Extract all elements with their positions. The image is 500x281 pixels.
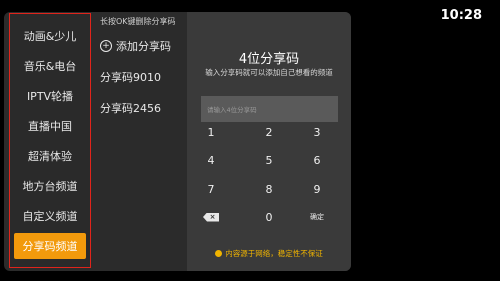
key-4[interactable]: 4 <box>191 148 231 172</box>
sidebar-item-music-radio[interactable]: 音乐&电台 <box>14 53 86 79</box>
key-7[interactable]: 7 <box>191 177 231 201</box>
plus-circle-icon: + <box>100 40 112 52</box>
sidebar-item-uhd[interactable]: 超清体验 <box>14 143 86 169</box>
sidebar-item-local[interactable]: 地方台频道 <box>14 173 86 199</box>
code-entry-title: 4位分享码 <box>238 52 300 67</box>
sidebar-item-custom[interactable]: 自定义频道 <box>14 203 86 229</box>
backspace-button[interactable]: × <box>191 205 231 229</box>
key-3[interactable]: 3 <box>297 120 337 144</box>
key-8[interactable]: 8 <box>249 177 289 201</box>
sidebar-item-animation-kids[interactable]: 动画&少儿 <box>14 23 86 49</box>
sidebar-item-iptv[interactable]: IPTV轮播 <box>14 83 86 109</box>
add-share-code-button[interactable]: + 添加分享码 <box>100 38 171 54</box>
key-6[interactable]: 6 <box>297 148 337 172</box>
code-entry-panel: 4位分享码 输入分享码就可以添加自己想看的频道 请输入4位分享码 1 2 3 4… <box>187 12 351 271</box>
content-notice: 内容源于网络，稳定性不保证 <box>187 248 351 259</box>
clock: 10:28 <box>440 8 482 23</box>
key-2[interactable]: 2 <box>249 120 289 144</box>
notice-text: 内容源于网络，稳定性不保证 <box>225 249 323 258</box>
key-5[interactable]: 5 <box>249 148 289 172</box>
warning-dot-icon <box>215 250 223 257</box>
delete-hint: 长按OK键删除分享码 <box>100 17 176 26</box>
sidebar-item-share-code[interactable]: 分享码频道 <box>14 233 86 259</box>
confirm-button[interactable]: 确定 <box>297 205 337 229</box>
share-code-item[interactable]: 分享码2456 <box>100 100 161 116</box>
share-code-input[interactable]: 请输入4位分享码 <box>201 96 338 122</box>
category-sidebar: 动画&少儿 音乐&电台 IPTV轮播 直播中国 超清体验 地方台频道 自定义频道… <box>9 13 91 268</box>
key-9[interactable]: 9 <box>297 177 337 201</box>
share-code-item[interactable]: 分享码9010 <box>100 69 161 85</box>
key-0[interactable]: 0 <box>249 205 289 229</box>
backspace-icon: × <box>203 212 219 222</box>
add-share-code-label: 添加分享码 <box>116 40 171 53</box>
share-code-list: 长按OK键删除分享码 + 添加分享码 分享码9010 分享码2456 <box>92 12 184 271</box>
sidebar-item-live-china[interactable]: 直播中国 <box>14 113 86 139</box>
key-1[interactable]: 1 <box>191 120 231 144</box>
code-entry-subtitle: 输入分享码就可以添加自己想看的频道 <box>205 68 333 77</box>
main-panel: 动画&少儿 音乐&电台 IPTV轮播 直播中国 超清体验 地方台频道 自定义频道… <box>4 12 351 271</box>
